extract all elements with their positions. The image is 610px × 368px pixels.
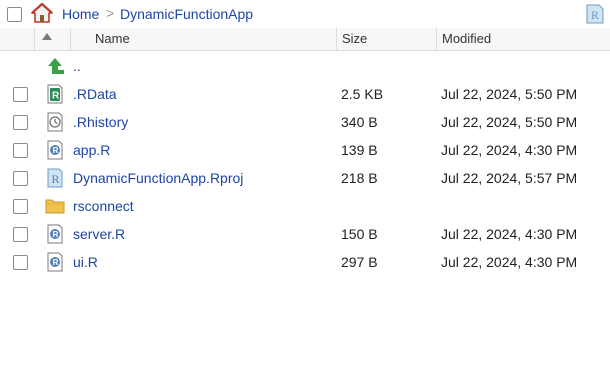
file-checkbox[interactable] [13,171,28,186]
name-column-header[interactable]: Name [70,28,337,50]
file-row[interactable]: R ui.R 297 B Jul 22, 2024, 4:30 PM [0,248,610,276]
file-row[interactable]: R DynamicFunctionApp.Rproj 218 B Jul 22,… [0,164,610,192]
svg-text:R: R [52,91,60,102]
file-size: 297 B [341,254,378,270]
breadcrumb: Home > DynamicFunctionApp R [0,0,610,29]
file-checkbox[interactable] [13,255,28,270]
svg-text:R: R [591,8,599,22]
up-arrow-icon [48,58,64,74]
select-all-checkbox[interactable] [7,7,22,22]
file-name-link[interactable]: app.R [73,142,110,158]
modified-column-header[interactable]: Modified [436,28,610,50]
file-list: .. R .RData 2.5 KB Jul 22, 2024, 5:50 PM… [0,52,610,276]
rproj-icon[interactable]: R [586,4,604,24]
rproj-icon: R [47,168,63,188]
file-modified: Jul 22, 2024, 4:30 PM [441,226,578,242]
folder-icon [45,199,65,214]
column-header: Name Size Modified [0,28,610,51]
home-icon[interactable] [31,3,53,23]
header-icon-column [34,28,71,50]
file-modified: Jul 22, 2024, 4:30 PM [441,142,578,158]
file-checkbox[interactable] [13,87,28,102]
file-checkbox[interactable] [13,143,28,158]
file-name-link[interactable]: DynamicFunctionApp.Rproj [73,170,243,186]
file-row[interactable]: .Rhistory 340 B Jul 22, 2024, 5:50 PM [0,108,610,136]
header-checkbox-column [0,28,34,50]
file-modified: Jul 22, 2024, 5:57 PM [441,170,578,186]
file-name-link[interactable]: ui.R [73,254,98,270]
breadcrumb-home-link[interactable]: Home [62,6,99,22]
svg-text:R: R [52,172,60,186]
file-size: 139 B [341,142,378,158]
breadcrumb-separator: > [106,5,115,21]
file-checkbox[interactable] [13,115,28,130]
file-modified: Jul 22, 2024, 4:30 PM [441,254,578,270]
folder-name-link[interactable]: rsconnect [73,198,134,214]
files-pane: Home > DynamicFunctionApp R Name Size Mo… [0,0,610,368]
r-file-icon: R [47,252,63,272]
file-size: 150 B [341,226,378,242]
r-file-icon: R [47,224,63,244]
file-name-link[interactable]: .Rhistory [73,114,128,130]
file-checkbox[interactable] [13,199,28,214]
file-checkbox[interactable] [13,227,28,242]
file-row[interactable]: R .RData 2.5 KB Jul 22, 2024, 5:50 PM [0,80,610,108]
file-modified: Jul 22, 2024, 5:50 PM [441,114,578,130]
sort-ascending-icon[interactable] [42,33,52,40]
size-column-header[interactable]: Size [336,28,436,50]
svg-text:R: R [53,146,59,155]
rdata-icon: R [47,84,63,104]
parent-directory-link[interactable]: .. [73,58,81,74]
file-size: 340 B [341,114,378,130]
file-name-link[interactable]: server.R [73,226,125,242]
history-icon [47,112,63,132]
file-modified: Jul 22, 2024, 5:50 PM [441,86,578,102]
parent-directory-row[interactable]: .. [0,52,610,80]
svg-text:R: R [53,230,59,239]
folder-row[interactable]: rsconnect [0,192,610,220]
file-row[interactable]: R server.R 150 B Jul 22, 2024, 4:30 PM [0,220,610,248]
file-name-link[interactable]: .RData [73,86,117,102]
breadcrumb-current-folder[interactable]: DynamicFunctionApp [120,6,253,22]
name-column-label: Name [95,31,130,46]
file-size: 218 B [341,170,378,186]
svg-text:R: R [53,258,59,267]
r-file-icon: R [47,140,63,160]
file-row[interactable]: R app.R 139 B Jul 22, 2024, 4:30 PM [0,136,610,164]
file-size: 2.5 KB [341,86,384,102]
